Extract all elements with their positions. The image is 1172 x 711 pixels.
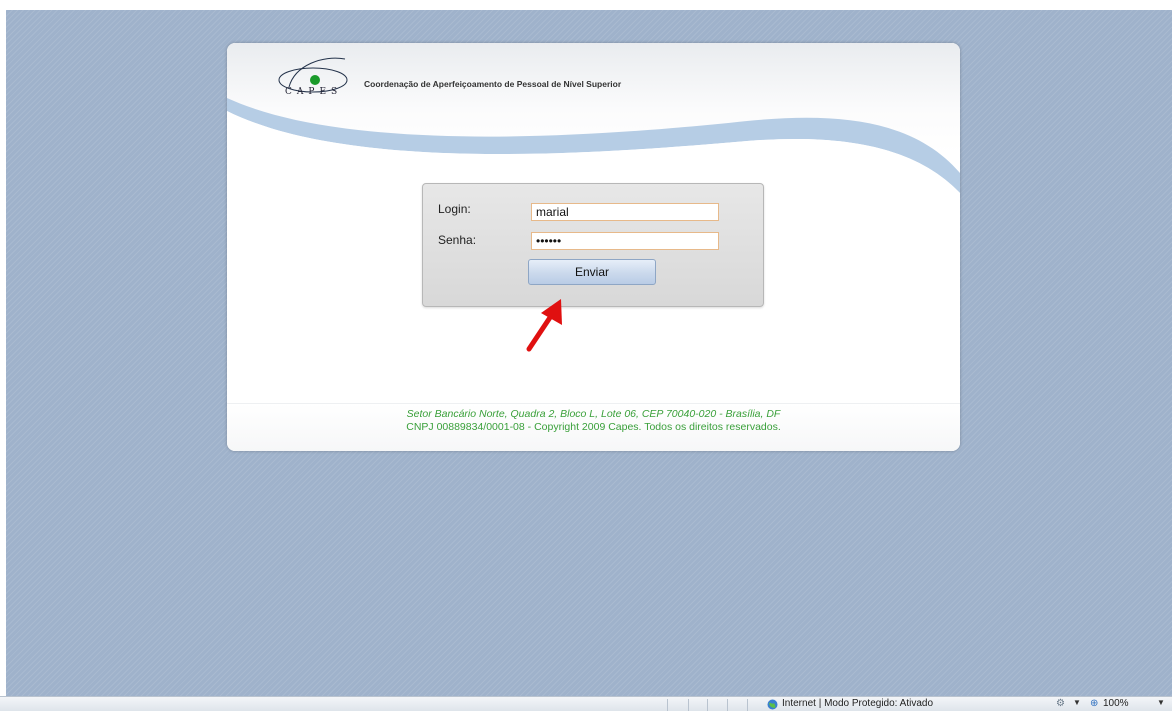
- status-separator: [688, 699, 689, 711]
- login-label: Login:: [438, 202, 471, 216]
- login-page-card: CAPES Coordenação de Aperfeiçoamento de …: [227, 43, 960, 451]
- status-separator: [707, 699, 708, 711]
- login-form: Login: Senha: Enviar: [422, 183, 764, 307]
- status-separator: [747, 699, 748, 711]
- submit-button[interactable]: Enviar: [528, 259, 656, 285]
- chevron-down-icon[interactable]: ▼: [1157, 698, 1165, 707]
- browser-status-bar: Internet | Modo Protegido: Ativado ⚙ ▼ ⊕…: [0, 696, 1172, 711]
- browser-viewport: CAPES Coordenação de Aperfeiçoamento de …: [6, 10, 1172, 696]
- chevron-down-icon[interactable]: ▼: [1073, 698, 1081, 707]
- login-input[interactable]: [531, 203, 719, 221]
- organization-name: Coordenação de Aperfeiçoamento de Pessoa…: [364, 79, 622, 89]
- status-separator: [727, 699, 728, 711]
- logo-text: CAPES: [285, 87, 343, 97]
- password-label: Senha:: [438, 233, 477, 247]
- footer-address: Setor Bancário Norte, Quadra 2, Bloco L,…: [406, 408, 781, 420]
- red-arrow-icon: [526, 299, 562, 352]
- security-icon[interactable]: ⚙: [1056, 698, 1065, 709]
- password-input[interactable]: [531, 232, 719, 250]
- zoom-level[interactable]: 100%: [1103, 698, 1129, 709]
- status-separator: [667, 699, 668, 711]
- security-zone-text[interactable]: Internet | Modo Protegido: Ativado: [782, 698, 933, 709]
- footer-copyright: CNPJ 00889834/0001-08 - Copyright 2009 C…: [406, 421, 781, 433]
- page-footer: Setor Bancário Norte, Quadra 2, Bloco L,…: [227, 403, 960, 451]
- globe-icon: [767, 699, 778, 710]
- zoom-icon[interactable]: ⊕: [1090, 698, 1098, 709]
